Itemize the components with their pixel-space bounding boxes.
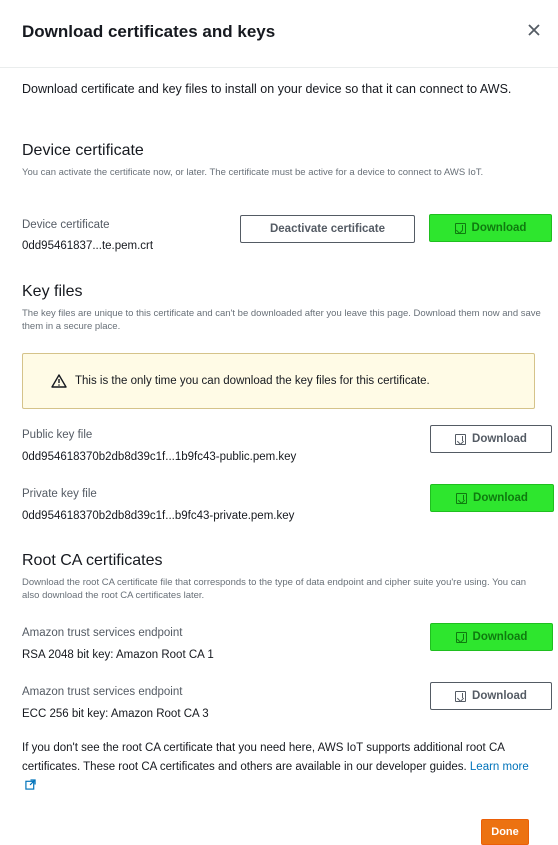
- download-icon: [455, 433, 467, 445]
- download-label: Download: [472, 690, 527, 702]
- device-certificate-file: 0dd95461837...te.pem.crt: [22, 240, 154, 252]
- root-ca-footnote: If you don't see the root CA certificate…: [22, 739, 542, 796]
- root-ca-heading: Root CA certificates: [22, 552, 163, 569]
- download-rsa-root-ca-button[interactable]: Download: [430, 623, 553, 651]
- warning-icon: [51, 374, 67, 388]
- private-key-file: 0dd954618370b2db8d39c1f...b9fc43-private…: [22, 510, 295, 522]
- public-key-file: 0dd954618370b2db8d39c1f...1b9fc43-public…: [22, 451, 297, 463]
- download-icon: [455, 631, 467, 643]
- modal-intro: Download certificate and key files to in…: [22, 82, 512, 96]
- rsa-endpoint-label: Amazon trust services endpoint: [22, 627, 183, 639]
- download-certificates-modal: Download certificates and keys Download …: [0, 0, 558, 845]
- download-ecc-root-ca-button[interactable]: Download: [430, 682, 552, 710]
- download-label: Download: [473, 492, 528, 504]
- private-key-label: Private key file: [22, 488, 97, 500]
- public-key-label: Public key file: [22, 429, 93, 441]
- download-label: Download: [471, 222, 527, 234]
- external-link-icon[interactable]: [25, 779, 36, 790]
- download-public-key-button[interactable]: Download: [430, 425, 552, 453]
- modal-title: Download certificates and keys: [22, 22, 276, 41]
- done-button[interactable]: Done: [481, 819, 529, 845]
- deactivate-certificate-button[interactable]: Deactivate certificate: [240, 215, 415, 243]
- key-files-warning-alert: This is the only time you can download t…: [22, 353, 535, 409]
- footnote-text: If you don't see the root CA certificate…: [22, 742, 505, 773]
- rsa-root-ca-file: RSA 2048 bit key: Amazon Root CA 1: [22, 649, 214, 661]
- download-icon: [456, 492, 468, 504]
- ecc-root-ca-file: ECC 256 bit key: Amazon Root CA 3: [22, 708, 209, 720]
- download-icon: [455, 690, 467, 702]
- device-certificate-description: You can activate the certificate now, or…: [22, 167, 484, 178]
- close-icon[interactable]: [524, 20, 544, 40]
- learn-more-link[interactable]: Learn more: [470, 761, 529, 773]
- root-ca-description: Download the root CA certificate file th…: [22, 577, 527, 601]
- modal-header: Download certificates and keys: [0, 0, 558, 68]
- download-device-certificate-button[interactable]: Download: [429, 214, 552, 242]
- download-private-key-button[interactable]: Download: [430, 484, 554, 512]
- download-label: Download: [472, 631, 528, 643]
- device-certificate-heading: Device certificate: [22, 142, 144, 159]
- key-files-description: The key files are unique to this certifi…: [22, 308, 541, 332]
- deactivate-certificate-label: Deactivate certificate: [269, 223, 386, 235]
- done-label: Done: [491, 826, 519, 838]
- download-icon: [454, 222, 466, 234]
- download-label: Download: [472, 433, 527, 445]
- ecc-endpoint-label: Amazon trust services endpoint: [22, 686, 183, 698]
- key-files-heading: Key files: [22, 283, 83, 300]
- alert-text: This is the only time you can download t…: [75, 375, 430, 387]
- device-certificate-label: Device certificate: [22, 219, 110, 231]
